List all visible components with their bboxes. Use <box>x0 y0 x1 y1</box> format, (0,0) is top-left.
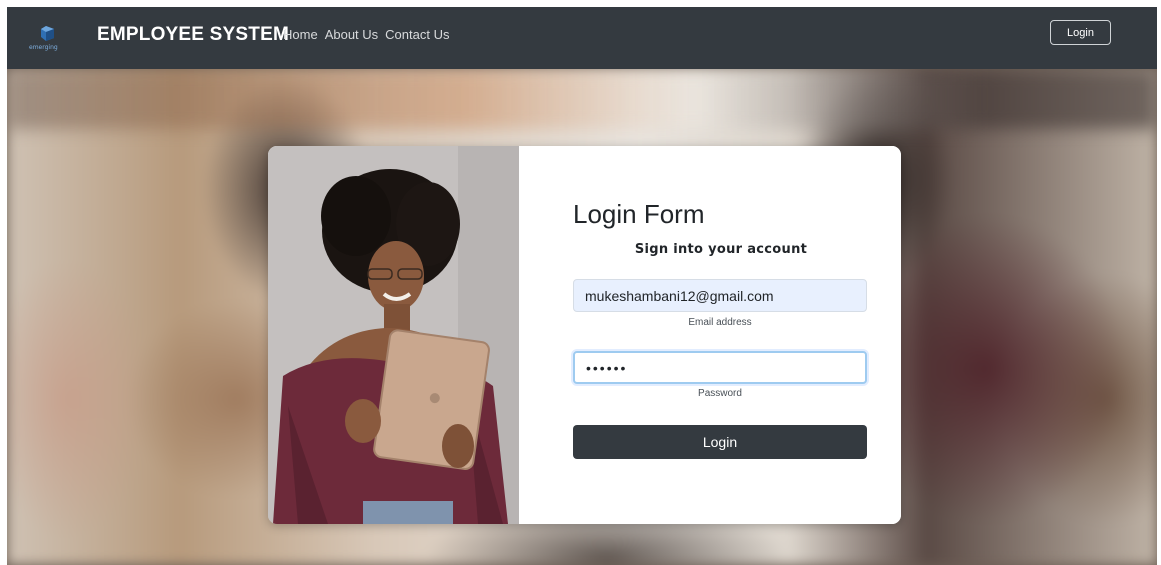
logo-text: emerging <box>29 44 58 51</box>
background-photo-band <box>7 69 1157 129</box>
email-input[interactable] <box>573 279 867 312</box>
emerging-logo-icon[interactable]: emerging <box>29 24 69 52</box>
brand-title[interactable]: EMPLOYEE SYSTEM <box>97 24 289 46</box>
navbar: emerging EMPLOYEE SYSTEM Home About Us C… <box>7 7 1157 69</box>
app-frame: emerging EMPLOYEE SYSTEM Home About Us C… <box>7 7 1157 565</box>
password-input[interactable] <box>573 351 867 384</box>
form-title: Login Form <box>573 199 705 229</box>
login-card: Login Form Sign into your account Email … <box>268 146 901 524</box>
login-submit-button[interactable]: Login <box>573 425 867 459</box>
email-label: Email address <box>688 317 752 328</box>
password-label: Password <box>698 388 742 399</box>
login-photo <box>268 146 519 524</box>
navbar-login-button[interactable]: Login <box>1050 20 1111 45</box>
woman-with-tablet-illustration <box>268 146 519 524</box>
nav-links: Home About Us Contact Us <box>283 27 449 42</box>
form-subtitle: Sign into your account <box>634 242 808 257</box>
nav-link-home[interactable]: Home <box>283 27 318 42</box>
nav-link-about-us[interactable]: About Us <box>325 27 378 42</box>
nav-link-contact-us[interactable]: Contact Us <box>385 27 449 42</box>
login-form: Login Form Sign into your account Email … <box>519 146 901 524</box>
